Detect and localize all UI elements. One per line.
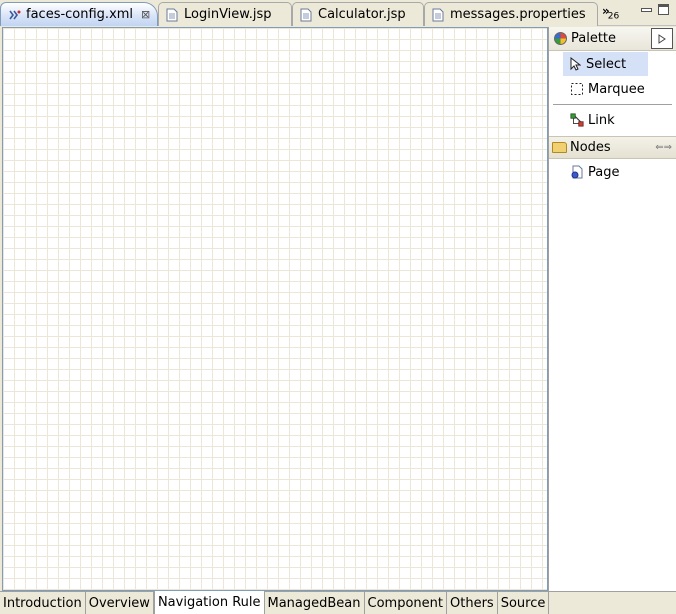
- marquee-icon: [570, 82, 584, 96]
- page-tab-component[interactable]: Component: [364, 592, 447, 614]
- minimize-button[interactable]: [641, 8, 652, 12]
- palette-separator: [553, 104, 672, 105]
- tab-label: messages.properties: [450, 7, 586, 22]
- overflow-count: 26: [607, 11, 620, 22]
- triangle-right-icon: [658, 33, 666, 44]
- page-tab-source[interactable]: Source: [497, 592, 550, 614]
- editor-tab-strip: faces-config.xml ⊠ LoginView.jsp Calcula…: [0, 0, 676, 26]
- page-node-icon: [570, 165, 584, 179]
- tab-messages-properties[interactable]: messages.properties: [424, 2, 598, 26]
- select-arrow-icon: [568, 57, 582, 71]
- tab-label: LoginView.jsp: [184, 7, 272, 22]
- palette-panel: Palette Select Marquee Link Nodes ⇐⇒ Pag…: [548, 27, 676, 591]
- faces-config-icon: [8, 8, 21, 22]
- link-icon: [570, 113, 584, 127]
- page-tab-managedbean[interactable]: ManagedBean: [264, 592, 365, 614]
- tab-label: Calculator.jsp: [318, 7, 406, 22]
- tab-overflow-button[interactable]: »26: [602, 4, 619, 21]
- page-tab-navigation-rule[interactable]: Navigation Rule: [153, 591, 265, 614]
- palette-collapse-button[interactable]: [651, 28, 673, 49]
- palette-title: Palette: [571, 31, 617, 46]
- tool-label: Select: [586, 56, 627, 72]
- page-tab-others[interactable]: Others: [447, 592, 498, 614]
- editor-page-tabs: Introduction Overview Navigation Rule Ma…: [0, 591, 676, 614]
- tab-label: faces-config.xml: [26, 7, 134, 22]
- tool-label: Marquee: [588, 81, 645, 97]
- maximize-button[interactable]: [658, 4, 669, 15]
- palette-drawer-nodes[interactable]: Nodes ⇐⇒: [549, 136, 676, 159]
- tool-label: Link: [588, 112, 615, 128]
- drawer-label: Nodes: [570, 140, 611, 155]
- tool-label: Page: [588, 164, 620, 180]
- palette-tool-select[interactable]: Select: [563, 52, 648, 76]
- tab-loginview-jsp[interactable]: LoginView.jsp: [158, 2, 292, 26]
- page-tab-introduction[interactable]: Introduction: [0, 592, 86, 614]
- tab-faces-config[interactable]: faces-config.xml ⊠: [0, 2, 158, 26]
- palette-header[interactable]: Palette: [549, 27, 676, 51]
- palette-tool-page[interactable]: Page: [553, 160, 672, 184]
- palette-icon: [554, 32, 567, 45]
- folder-open-icon: [552, 142, 567, 153]
- jsp-file-icon: [166, 8, 179, 22]
- page-tab-overview[interactable]: Overview: [85, 592, 154, 614]
- close-tab-icon[interactable]: ⊠: [141, 8, 150, 21]
- navigation-canvas[interactable]: [2, 27, 548, 591]
- pin-drawer-icon[interactable]: ⇐⇒: [655, 142, 672, 153]
- tab-calculator-jsp[interactable]: Calculator.jsp: [292, 2, 424, 26]
- jsp-file-icon: [300, 8, 313, 22]
- palette-tool-link[interactable]: Link: [553, 108, 672, 132]
- properties-file-icon: [432, 8, 445, 22]
- palette-tool-marquee[interactable]: Marquee: [553, 77, 672, 101]
